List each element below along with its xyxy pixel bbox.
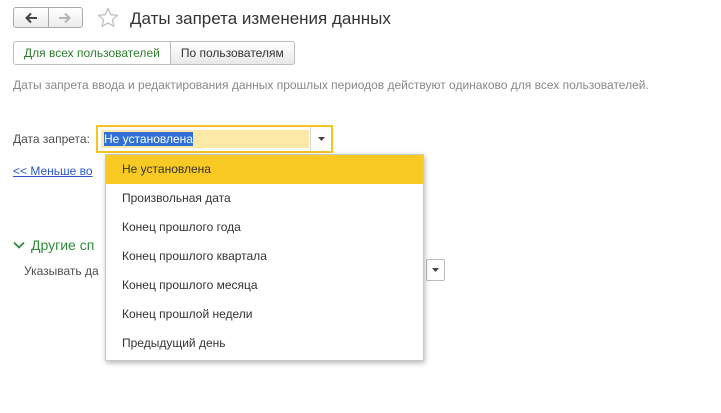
dropdown-option-previous-day[interactable]: Предыдущий день [106,329,423,358]
indicate-label: Указывать да [24,264,99,278]
indicate-dropdown-button[interactable] [426,259,445,281]
date-combobox-dropdown-button[interactable] [310,127,331,151]
other-settings-group-header[interactable]: Другие сп [13,237,94,253]
dropdown-option-end-of-last-quarter[interactable]: Конец прошлого квартала [106,242,423,271]
dropdown-option-end-of-last-month[interactable]: Конец прошлого месяца [106,271,423,300]
less-options-link[interactable]: << Меньше во [13,164,93,178]
info-text: Даты запрета ввода и редактирования данн… [13,78,649,92]
dropdown-option-end-of-last-week[interactable]: Конец прошлой недели [106,300,423,329]
date-combobox-input[interactable]: Не установлена [101,130,309,148]
navigation-buttons [13,7,83,28]
date-field-label: Дата запрета: [13,132,90,146]
chevron-down-icon [432,268,439,272]
chevron-down-icon [317,137,325,141]
forward-button[interactable] [47,8,83,27]
dropdown-option-custom-date[interactable]: Произвольная дата [106,184,423,213]
star-icon[interactable] [96,6,120,30]
tab-bar: Для всех пользователей По пользователям [13,41,295,65]
date-combobox[interactable]: Не установлена [96,125,333,153]
tab-all-users[interactable]: Для всех пользователей [13,41,171,65]
date-dropdown-list: Не установлена Произвольная дата Конец п… [105,154,424,361]
arrow-right-icon [59,12,72,23]
arrow-left-icon [24,12,37,23]
back-button[interactable] [14,8,48,27]
date-combobox-value: Не установлена [104,132,193,146]
dropdown-option-not-set[interactable]: Не установлена [106,155,423,184]
chevron-down-icon [13,241,25,249]
page-title: Даты запрета изменения данных [130,9,391,28]
group-header-label: Другие сп [31,237,95,253]
tab-by-users[interactable]: По пользователям [170,41,295,65]
dropdown-option-end-of-last-year[interactable]: Конец прошлого года [106,213,423,242]
